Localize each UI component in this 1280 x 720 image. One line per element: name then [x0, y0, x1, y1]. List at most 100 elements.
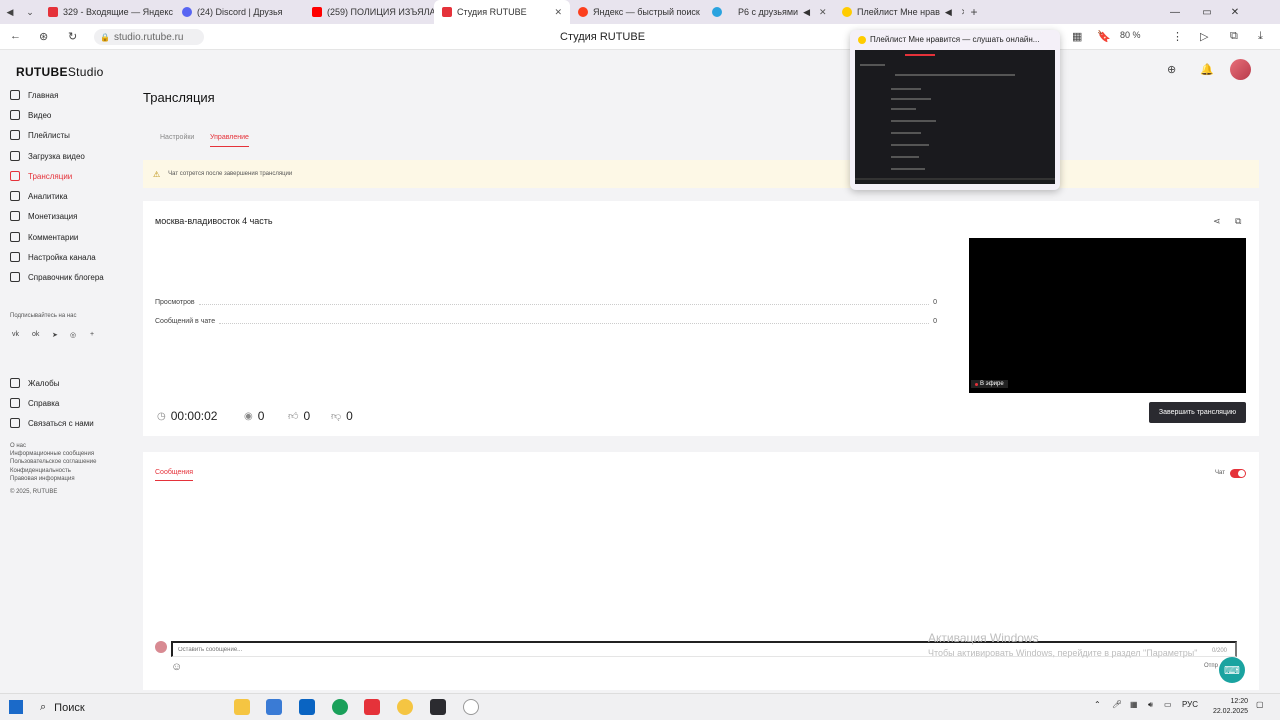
close-tab-icon[interactable]: ✕ [819, 7, 827, 18]
store-icon[interactable] [266, 699, 282, 715]
clock[interactable]: 12:20 22.02.2025 [1204, 697, 1248, 717]
playlist-icon [10, 130, 20, 140]
stream-preview[interactable] [969, 238, 1246, 393]
sidebar-item-playlists[interactable]: Плейлисты [10, 127, 70, 143]
discord-icon [182, 7, 192, 17]
open-external-icon[interactable]: ⧉ [1235, 216, 1241, 227]
back-icon[interactable]: ← [10, 30, 21, 42]
sidebar-item-home[interactable]: Главная [10, 87, 58, 103]
browser-tab[interactable]: (24) Discord | Друзья [174, 0, 304, 24]
yandex-icon[interactable] [364, 699, 380, 715]
windows-start-icon[interactable] [9, 700, 23, 714]
sidebar-item-channel-settings[interactable]: Настройка канала [10, 249, 96, 265]
browser-tab[interactable]: Яндекс — быстрый поиск [570, 0, 704, 24]
sidebar-item-blogger-guide[interactable]: Справочник блогера [10, 269, 104, 285]
logo-suffix: Studio [67, 65, 104, 79]
more-icon[interactable]: + [90, 331, 94, 338]
tab-list-icon[interactable]: ⌄ [20, 7, 40, 18]
maximize-icon[interactable]: ▭ [1192, 0, 1222, 24]
sidebar-item-contact[interactable]: Связаться с нами [10, 415, 94, 431]
battery-icon[interactable]: ▭ [1164, 700, 1172, 709]
extensions-icon[interactable]: ▦ [1072, 30, 1082, 43]
menu-icon[interactable]: ⋮ [1172, 30, 1183, 43]
sidebar-item-complaints[interactable]: Жалобы [10, 375, 59, 391]
sidebar-item-label: Аналитика [28, 191, 68, 201]
download-icon[interactable]: ⤓ [1258, 30, 1263, 43]
avatar[interactable] [1230, 59, 1251, 80]
browser-tab[interactable] [704, 0, 730, 24]
footer-link-info[interactable]: Информационные сообщения [10, 451, 94, 457]
sidebar-item-comments[interactable]: Комментарии [10, 229, 78, 245]
outlook-icon[interactable] [299, 699, 315, 715]
footer-link-privacy[interactable]: Конфиденциальность [10, 468, 71, 474]
tab-hover-preview[interactable]: Плейлист Мне нравится — слушать онлайн..… [850, 30, 1060, 190]
browser-tab-active[interactable]: Студия RUTUBE ✕ [434, 0, 570, 24]
on-air-badge: В эфире [971, 380, 1008, 388]
close-tab-icon[interactable]: ✕ [961, 7, 964, 18]
assistant-icon[interactable]: ⌨ [1219, 657, 1245, 683]
bookmark-icon[interactable]: 🔖 [1097, 30, 1111, 43]
metric-value: 0 [303, 409, 311, 423]
volume-icon[interactable]: 🔊︎ [1148, 700, 1153, 710]
taskbar-search[interactable]: ⌕ Поиск [34, 696, 222, 719]
sidebar-item-video[interactable]: Видео [10, 107, 51, 123]
footer-link-agreement[interactable]: Пользовательское соглашение [10, 459, 96, 465]
browser-tab[interactable]: 329 - Входящие — Яндекс [40, 0, 174, 24]
notification-icon[interactable]: 🔔 [1200, 63, 1214, 76]
microphone-icon[interactable]: 🎤︎ [1112, 700, 1122, 709]
add-icon[interactable]: ⊕ [1167, 63, 1176, 76]
chat-toggle[interactable] [1230, 469, 1246, 478]
sidebar-item-label: Справка [28, 398, 60, 408]
notifications-icon[interactable]: ▢ [1256, 700, 1264, 709]
yandex-home-icon[interactable]: ⊛ [39, 30, 48, 43]
settings-icon [10, 252, 20, 262]
close-window-icon[interactable]: ✕ [1220, 0, 1250, 24]
telegram-icon[interactable]: ➤ [52, 331, 58, 339]
end-broadcast-button[interactable]: Завершить трансляцию [1149, 402, 1246, 423]
obs-icon[interactable] [463, 699, 479, 715]
close-tab-icon[interactable]: ✕ [554, 7, 562, 18]
footer-link-legal[interactable]: Правовая информация [10, 476, 75, 482]
dislike-icon: 👎︎ [331, 411, 342, 422]
collections-icon[interactable]: ⧉ [1230, 30, 1238, 43]
whatsapp-icon[interactable]: ◎ [70, 331, 76, 339]
tab-messages[interactable]: Сообщения [155, 469, 193, 481]
emoji-icon[interactable]: ☺ [171, 661, 182, 673]
sidebar-item-help[interactable]: Справка [10, 395, 59, 411]
media-icon[interactable]: ▷ [1200, 30, 1208, 43]
input-language[interactable]: РУС [1182, 700, 1198, 709]
tab-management[interactable]: Управление [210, 134, 249, 147]
minimize-icon[interactable]: — [1160, 0, 1190, 24]
edge-icon[interactable] [332, 699, 348, 715]
thumb-line [891, 120, 936, 122]
tab-settings[interactable]: Настройки [160, 134, 194, 141]
sidebar-item-broadcasts[interactable]: Трансляции [10, 168, 72, 184]
rutube-studio-logo[interactable]: RUTUBEStudio [16, 65, 104, 79]
network-icon[interactable]: ▦ [1130, 700, 1138, 709]
clock-date: 22.02.2025 [1212, 708, 1248, 715]
vk-icon[interactable]: vk [12, 331, 19, 338]
browser-tab[interactable]: Р6 с друзьями ◀ ✕ [730, 0, 834, 24]
url-field[interactable]: 🔒 studio.rutube.ru [94, 29, 204, 45]
new-tab-icon[interactable]: + [964, 5, 984, 19]
app-icon[interactable] [430, 699, 446, 715]
tab-back-icon[interactable]: ◀ [0, 7, 20, 18]
browser-tab[interactable]: Плейлист Мне нрав ◀ ✕ [834, 0, 964, 24]
tray-expand-icon[interactable]: ⌃ [1094, 700, 1101, 709]
yandex-browser-icon[interactable] [397, 699, 413, 715]
browser-tab[interactable]: (259) ПОЛИЦИЯ ИЗЪЯЛА [304, 0, 434, 24]
ok-icon[interactable]: ok [32, 331, 39, 338]
stat-divider [219, 323, 930, 324]
reload-icon[interactable]: ↻ [68, 30, 77, 43]
share-icon[interactable]: ⋖ [1213, 216, 1221, 227]
send-button[interactable]: Отпр [1204, 663, 1218, 669]
zoom-level[interactable]: 80 % [1120, 30, 1141, 40]
music-icon [842, 7, 852, 17]
sidebar-item-monetization[interactable]: Монетизация [10, 208, 77, 224]
sidebar-item-analytics[interactable]: Аналитика [10, 188, 68, 204]
file-explorer-icon[interactable] [234, 699, 250, 715]
sidebar-item-upload[interactable]: Загрузка видео [10, 148, 85, 164]
page-title: Трансляция [143, 90, 215, 105]
footer-link-about[interactable]: О нас [10, 443, 26, 449]
sidebar-item-label: Жалобы [28, 378, 60, 388]
